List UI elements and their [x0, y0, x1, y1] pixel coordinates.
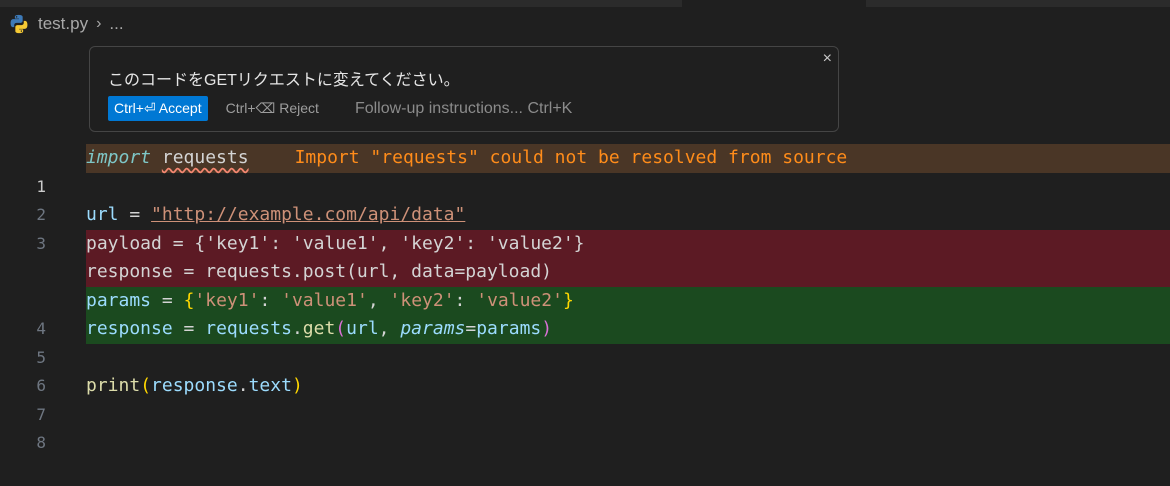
code-line: 3 url = "http://example.com/api/data"	[0, 201, 1170, 253]
line-content: import requests Import "requests" could n…	[86, 144, 1170, 173]
punct: :	[454, 289, 477, 311]
module-name: requests	[161, 147, 249, 168]
tab-strip-right	[866, 0, 1170, 7]
code-line: 1 import requests Import "requests" could…	[0, 144, 1170, 196]
variable: url	[86, 204, 119, 225]
code-line: 2	[0, 173, 1170, 224]
line-content: params = {'key1': 'value1', 'key2': 'val…	[86, 286, 1170, 315]
object-ref: response	[151, 375, 238, 396]
dot: .	[291, 318, 303, 339]
operator: =	[161, 289, 173, 311]
code-line: 8	[0, 401, 1170, 452]
inline-chat-actions: Ctrl+⏎ Accept Ctrl+⌫ Reject Follow-up in…	[108, 96, 572, 121]
line-number: 8	[36, 433, 46, 452]
operator: =	[129, 204, 141, 225]
removed-line-content: payload = {'key1': 'value1', 'key2': 'va…	[86, 229, 1170, 258]
line-content: response = requests.get(url, params=para…	[86, 315, 1170, 344]
module-ref: requests	[205, 318, 292, 339]
paren: (	[335, 318, 347, 339]
argument-value: params	[476, 318, 542, 339]
removed-line: payload = {'key1': 'value1', 'key2': 'va…	[0, 229, 1170, 258]
dot: .	[237, 375, 249, 396]
url-string[interactable]: "http://example.com/api/data"	[151, 204, 465, 225]
string: 'value2'	[476, 289, 563, 311]
python-file-icon	[10, 14, 28, 34]
variable: response	[86, 318, 173, 339]
brace: }	[562, 289, 574, 311]
string: 'key2'	[389, 289, 455, 311]
added-line: 5 response = requests.get(url, params=pa…	[0, 315, 1170, 367]
keyword-import: import	[86, 147, 152, 168]
reject-button[interactable]: Ctrl+⌫ Reject	[226, 100, 319, 117]
punct: =	[465, 318, 477, 339]
breadcrumb-file[interactable]: test.py	[38, 14, 88, 34]
chevron-right-icon: ›	[96, 15, 102, 32]
removed-line-content: response = requests.post(url, data=paylo…	[86, 258, 1170, 287]
brace: {	[183, 289, 195, 311]
breadcrumb: test.py › ...	[8, 12, 124, 36]
breadcrumb-rest[interactable]: ...	[109, 14, 123, 34]
string: 'value1'	[281, 289, 368, 311]
punct: ,	[378, 318, 401, 339]
punct: ,	[367, 289, 390, 311]
function-name: get	[302, 318, 336, 339]
punct: :	[259, 289, 282, 311]
accept-button[interactable]: Ctrl+⏎ Accept	[108, 96, 208, 121]
title-strip	[0, 0, 1170, 7]
line-content: url = "http://example.com/api/data"	[86, 201, 1170, 230]
line-content: print(response.text)	[86, 372, 1170, 401]
attribute: text	[248, 375, 292, 396]
inline-chat-widget: × このコードをGETリクエストに変えてください。 Ctrl+⏎ Accept …	[89, 46, 839, 132]
code-line: 6	[0, 344, 1170, 395]
operator: =	[183, 318, 195, 339]
variable: params	[86, 289, 152, 311]
paren: )	[291, 375, 303, 396]
inline-chat-prompt: このコードをGETリクエストに変えてください。	[108, 72, 460, 89]
string: 'key1'	[194, 289, 260, 311]
function-name: print	[86, 375, 141, 396]
tab-strip-left	[0, 0, 682, 7]
added-line: 4 params = {'key1': 'value1', 'key2': 'v…	[0, 286, 1170, 338]
code-editor[interactable]: 1 import requests Import "requests" could…	[0, 144, 1170, 452]
paren: (	[140, 375, 152, 396]
removed-line: response = requests.post(url, data=paylo…	[0, 258, 1170, 287]
followup-input[interactable]: Follow-up instructions... Ctrl+K	[355, 100, 572, 118]
keyword-argument: params	[400, 318, 466, 339]
diagnostic-message: Import "requests" could not be resolved …	[294, 147, 848, 168]
argument: url	[346, 318, 379, 339]
close-icon[interactable]: ×	[823, 50, 832, 68]
paren: )	[541, 318, 553, 339]
code-line: 7 print(response.text)	[0, 372, 1170, 424]
